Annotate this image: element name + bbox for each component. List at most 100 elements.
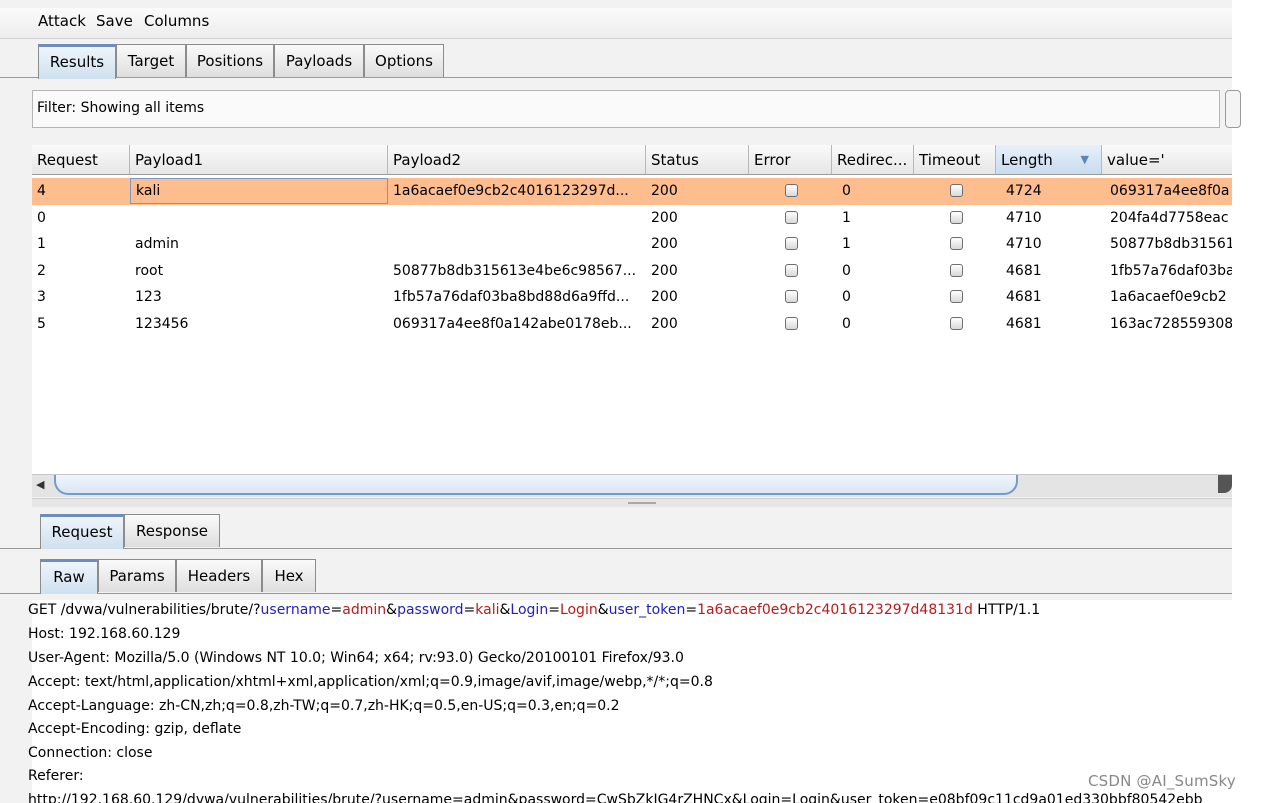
cell-length: 4681	[1006, 289, 1042, 306]
menu-attack[interactable]: Attack	[38, 12, 86, 30]
menu-bar: Attack Save Columns	[0, 8, 1232, 39]
table-row[interactable]: 2 root 50877b8db315613e4be6c98567... 200 0 46…	[32, 258, 1232, 285]
tab-headers[interactable]: Headers	[176, 559, 262, 592]
header-line-accept-encoding: Accept-Encoding: gzip, deflate	[28, 721, 242, 737]
horizontal-scrollbar[interactable]: ◀	[32, 474, 1232, 497]
param-key-password: password	[397, 602, 464, 618]
tab-response[interactable]: Response	[124, 514, 220, 547]
request-line-prefix: GET /dvwa/vulnerabilities/brute/?	[28, 602, 261, 618]
header-line-referer-url: http://192.168.60.129/dvwa/vulnerabiliti…	[28, 792, 1203, 803]
request-line-suffix: HTTP/1.1	[972, 602, 1041, 618]
col-header-request[interactable]: Request	[32, 145, 130, 175]
table-row[interactable]: 1 admin 200 1 4710 50877b8db31561	[32, 231, 1232, 258]
request-line: GET /dvwa/vulnerabilities/brute/?usernam…	[28, 602, 1041, 618]
cell-payload1: kali	[130, 178, 388, 204]
param-value-password: kali	[475, 602, 500, 618]
main-tab-bar: Results Target Positions Payloads Option…	[0, 38, 1232, 79]
cell-payload1: 123456	[135, 316, 189, 332]
cell-payload2: 50877b8db315613e4be6c98567...	[393, 262, 637, 279]
col-header-length-label: Length	[1001, 151, 1053, 169]
header-line-connection: Connection: close	[28, 745, 153, 761]
tab-payloads[interactable]: Payloads	[274, 44, 364, 77]
table-row[interactable]: 5 123456 069317a4ee8f0a142abe0178eb... 200 0…	[32, 311, 1232, 338]
tab-raw[interactable]: Raw	[40, 559, 98, 594]
header-line-accept-language: Accept-Language: zh-CN,zh;q=0.8,zh-TW;q=…	[28, 698, 620, 714]
tab-target[interactable]: Target	[116, 44, 186, 77]
col-header-timeout[interactable]: Timeout	[914, 145, 996, 175]
header-line-accept: Accept: text/html,application/xhtml+xml,…	[28, 674, 713, 690]
cell-length: 4724	[1006, 183, 1042, 199]
cell-value: 163ac728559308	[1110, 316, 1232, 332]
col-header-value[interactable]: value='	[1102, 145, 1232, 175]
col-header-status[interactable]: Status	[646, 145, 749, 175]
cell-request: 2	[37, 262, 46, 279]
col-header-payload1[interactable]: Payload1	[130, 145, 388, 175]
timeout-checkbox	[950, 237, 963, 251]
param-key-username: username	[260, 602, 331, 618]
cell-request: 3	[37, 289, 46, 306]
error-checkbox	[785, 290, 798, 304]
cell-request: 0	[37, 209, 46, 226]
table-row[interactable]: 4 kali 1a6acaef0e9cb2c4016123297d... 200 0 47…	[32, 178, 1232, 205]
tab-params[interactable]: Params	[98, 559, 176, 592]
cell-payload2: 1fb57a76daf03ba8bd88d6a9ffd...	[393, 289, 630, 306]
tab-hex[interactable]: Hex	[262, 559, 316, 592]
cell-status: 200	[651, 262, 678, 279]
cell-status: 200	[651, 289, 678, 306]
col-header-payload2[interactable]: Payload2	[388, 145, 646, 175]
cell-payload2	[393, 205, 643, 231]
cell-status: 200	[651, 183, 678, 199]
filter-options-button[interactable]	[1225, 90, 1241, 128]
col-header-length[interactable]: Length ▼	[996, 145, 1102, 175]
header-line-referer: Referer:	[28, 768, 84, 784]
col-header-redirects[interactable]: Redirec...	[832, 145, 914, 175]
cell-payload1: 123	[135, 289, 162, 306]
pane-splitter[interactable]	[32, 498, 1232, 507]
table-row[interactable]: 3 123 1fb57a76daf03ba8bd88d6a9ffd... 200 0 46…	[32, 284, 1232, 311]
cell-length: 4710	[1006, 209, 1042, 226]
error-checkbox	[785, 263, 798, 277]
cell-payload1: admin	[135, 236, 179, 253]
cell-redirects: 0	[842, 316, 851, 332]
cell-redirects: 1	[842, 209, 851, 226]
cell-value: 069317a4ee8f0a	[1110, 183, 1230, 199]
cell-value: 1fb57a76daf03ba	[1110, 262, 1232, 279]
raw-request-editor[interactable]: GET /dvwa/vulnerabilities/brute/?usernam…	[28, 600, 1232, 803]
reqresp-tab-bar: Request Response	[0, 508, 1232, 549]
cell-length: 4681	[1006, 316, 1042, 332]
intruder-attack-window: Attack Save Columns Results Target Posit…	[0, 0, 1232, 803]
sort-desc-icon: ▼	[1080, 153, 1089, 166]
tab-request[interactable]: Request	[40, 514, 124, 549]
cell-redirects: 1	[842, 236, 851, 253]
table-row[interactable]: 0 200 1 4710 204fa4d7758eac	[32, 205, 1232, 232]
param-value-login: Login	[559, 602, 598, 618]
menu-columns[interactable]: Columns	[144, 12, 209, 30]
header-line-host: Host: 192.168.60.129	[28, 626, 181, 642]
cell-redirects: 0	[842, 262, 851, 279]
timeout-checkbox	[950, 184, 963, 197]
cell-status: 200	[651, 316, 678, 332]
cell-payload1: root	[135, 262, 164, 279]
scrollbar-right-cap	[1218, 475, 1232, 493]
cell-status: 200	[651, 236, 678, 253]
error-checkbox	[785, 210, 798, 224]
scroll-left-icon[interactable]: ◀	[36, 478, 44, 491]
cell-request: 1	[37, 236, 46, 253]
timeout-checkbox	[950, 210, 963, 224]
tab-options[interactable]: Options	[364, 44, 444, 77]
scrollbar-thumb[interactable]	[54, 475, 1018, 495]
param-key-login: Login	[510, 602, 549, 618]
col-header-error[interactable]: Error	[749, 145, 832, 175]
cell-payload2: 1a6acaef0e9cb2c4016123297d...	[393, 183, 629, 199]
tab-results[interactable]: Results	[38, 44, 116, 79]
watermark: CSDN @AI_SumSky	[1088, 772, 1236, 790]
param-value-username: admin	[342, 602, 387, 618]
error-checkbox	[785, 317, 798, 330]
tab-positions[interactable]: Positions	[186, 44, 274, 77]
cell-payload2	[393, 231, 643, 257]
results-table: Request Payload1 Payload2 Status Error R…	[32, 145, 1232, 475]
filter-bar[interactable]: Filter: Showing all items	[32, 90, 1220, 128]
timeout-checkbox	[950, 263, 963, 277]
cell-length: 4681	[1006, 262, 1042, 279]
menu-save[interactable]: Save	[96, 12, 133, 30]
